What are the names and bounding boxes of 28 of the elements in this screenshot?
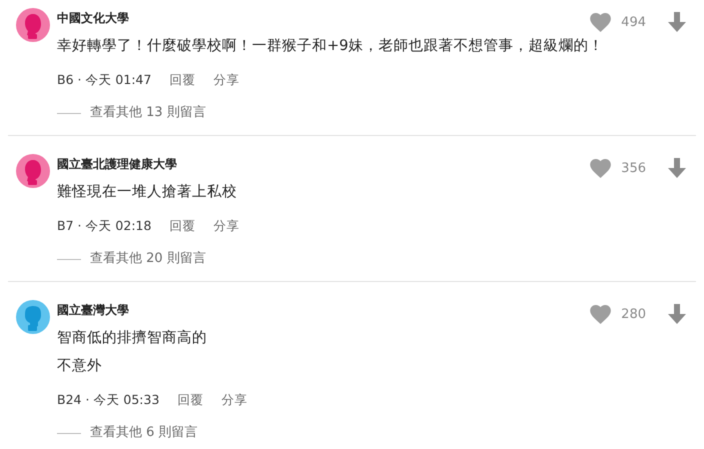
reply-link[interactable]: 回覆 xyxy=(169,215,196,237)
comment-text: 幸好轉學了！什麼破學校啊！一群猴子和+9妹，老師也跟著不想管事，超級爛的！ xyxy=(57,37,604,56)
share-link[interactable]: 分享 xyxy=(213,215,240,237)
downvote-arrow-icon[interactable] xyxy=(668,158,686,178)
share-link[interactable]: 分享 xyxy=(221,389,248,411)
share-link[interactable]: 分享 xyxy=(213,69,240,91)
like-heart-icon[interactable] xyxy=(590,304,612,324)
view-replies-link[interactable]: 查看其他 20 則留言 xyxy=(90,249,206,269)
comment-text: 不意外 xyxy=(57,357,103,376)
like-heart-icon[interactable] xyxy=(590,12,612,32)
floor-and-time: B6 · 今天 01:47 xyxy=(57,71,152,89)
reply-link[interactable]: 回覆 xyxy=(177,389,204,411)
floor-and-time: B24 · 今天 05:33 xyxy=(57,391,160,409)
downvote-arrow-icon[interactable] xyxy=(668,304,686,324)
comment-text: 難怪現在一堆人搶著上私校 xyxy=(57,183,238,202)
reply-link[interactable]: 回覆 xyxy=(169,69,196,91)
author-name: 國立臺灣大學 xyxy=(57,302,129,319)
view-replies-link[interactable]: 查看其他 6 則留言 xyxy=(90,423,198,443)
like-count: 494 xyxy=(621,14,646,30)
like-heart-icon[interactable] xyxy=(590,158,612,178)
author-name: 國立臺北護理健康大學 xyxy=(57,156,177,173)
downvote-arrow-icon[interactable] xyxy=(668,12,686,32)
view-replies-link[interactable]: 查看其他 13 則留言 xyxy=(90,103,206,123)
like-count: 280 xyxy=(621,306,646,322)
comment-text: 智商低的排擠智商高的 xyxy=(57,328,208,348)
like-count: 356 xyxy=(621,160,646,176)
floor-and-time: B7 · 今天 02:18 xyxy=(57,217,152,235)
author-name: 中國文化大學 xyxy=(57,10,129,27)
